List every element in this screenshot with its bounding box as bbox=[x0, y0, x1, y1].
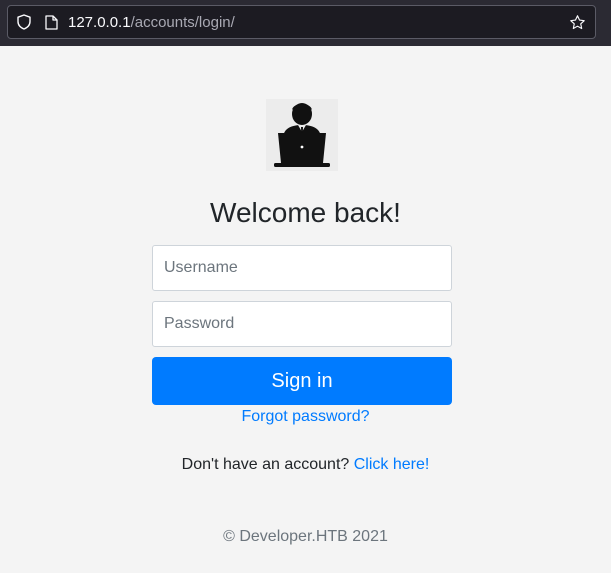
logo bbox=[266, 99, 338, 171]
forgot-password-row: Forgot password? bbox=[0, 407, 611, 427]
url-path: /accounts/login/ bbox=[130, 14, 235, 31]
signup-text: Don't have an account? bbox=[181, 456, 350, 473]
signup-row: Don't have an account? Click here! bbox=[0, 455, 611, 475]
browser-toolbar: 127.0.0.1/accounts/login/ bbox=[0, 0, 611, 46]
person-at-laptop-icon bbox=[274, 103, 330, 167]
login-page: Welcome back! Sign in Forgot password? D… bbox=[0, 46, 611, 573]
username-input[interactable] bbox=[152, 245, 452, 291]
forgot-password-link[interactable]: Forgot password? bbox=[241, 408, 369, 425]
password-input[interactable] bbox=[152, 301, 452, 347]
address-bar[interactable]: 127.0.0.1/accounts/login/ bbox=[7, 5, 596, 39]
signup-link[interactable]: Click here! bbox=[354, 456, 430, 473]
page-icon bbox=[45, 15, 58, 30]
url-text[interactable]: 127.0.0.1/accounts/login/ bbox=[68, 14, 235, 32]
bookmark-star-icon[interactable] bbox=[569, 14, 586, 31]
page-title: Welcome back! bbox=[210, 197, 401, 228]
footer-copyright: © Developer.HTB 2021 bbox=[223, 528, 388, 545]
shield-icon[interactable] bbox=[16, 14, 32, 30]
sign-in-button[interactable]: Sign in bbox=[152, 357, 452, 405]
url-host: 127.0.0.1 bbox=[68, 14, 131, 31]
